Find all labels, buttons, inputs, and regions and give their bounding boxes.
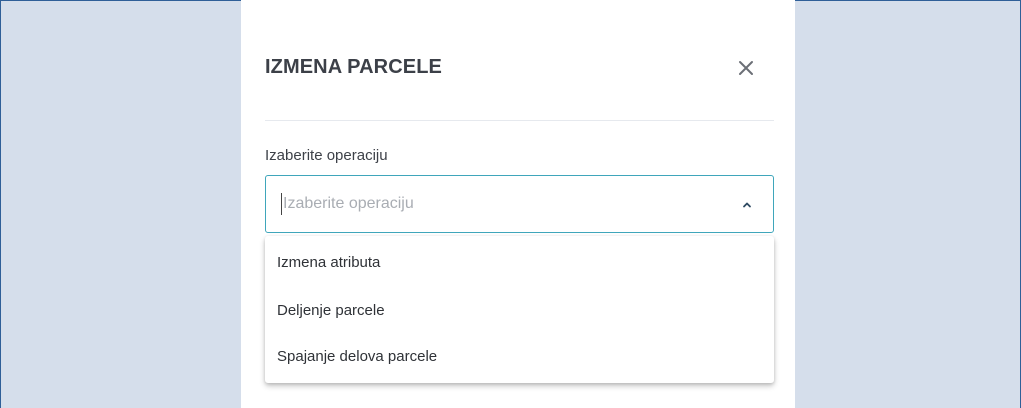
close-icon[interactable] — [734, 56, 758, 80]
operation-select[interactable]: Izaberite operaciju — [265, 175, 774, 233]
option-izmena-atributa[interactable]: Izmena atributa — [265, 239, 774, 287]
operation-field-label: Izaberite operaciju — [265, 147, 388, 164]
edit-parcel-modal: IZMENA PARCELE Izaberite operaciju Izabe… — [241, 0, 795, 408]
header-divider — [265, 120, 774, 121]
modal-title: IZMENA PARCELE — [265, 56, 442, 78]
text-cursor — [281, 193, 282, 215]
operation-dropdown-menu: Izmena atributa Deljenje parcele Spajanj… — [265, 236, 774, 383]
operation-select-placeholder: Izaberite operaciju — [283, 195, 414, 212]
chevron-up-icon[interactable] — [741, 198, 753, 210]
option-deljenje-parcele[interactable]: Deljenje parcele — [265, 287, 774, 335]
option-spajanje-delova-parcele[interactable]: Spajanje delova parcele — [265, 333, 774, 381]
